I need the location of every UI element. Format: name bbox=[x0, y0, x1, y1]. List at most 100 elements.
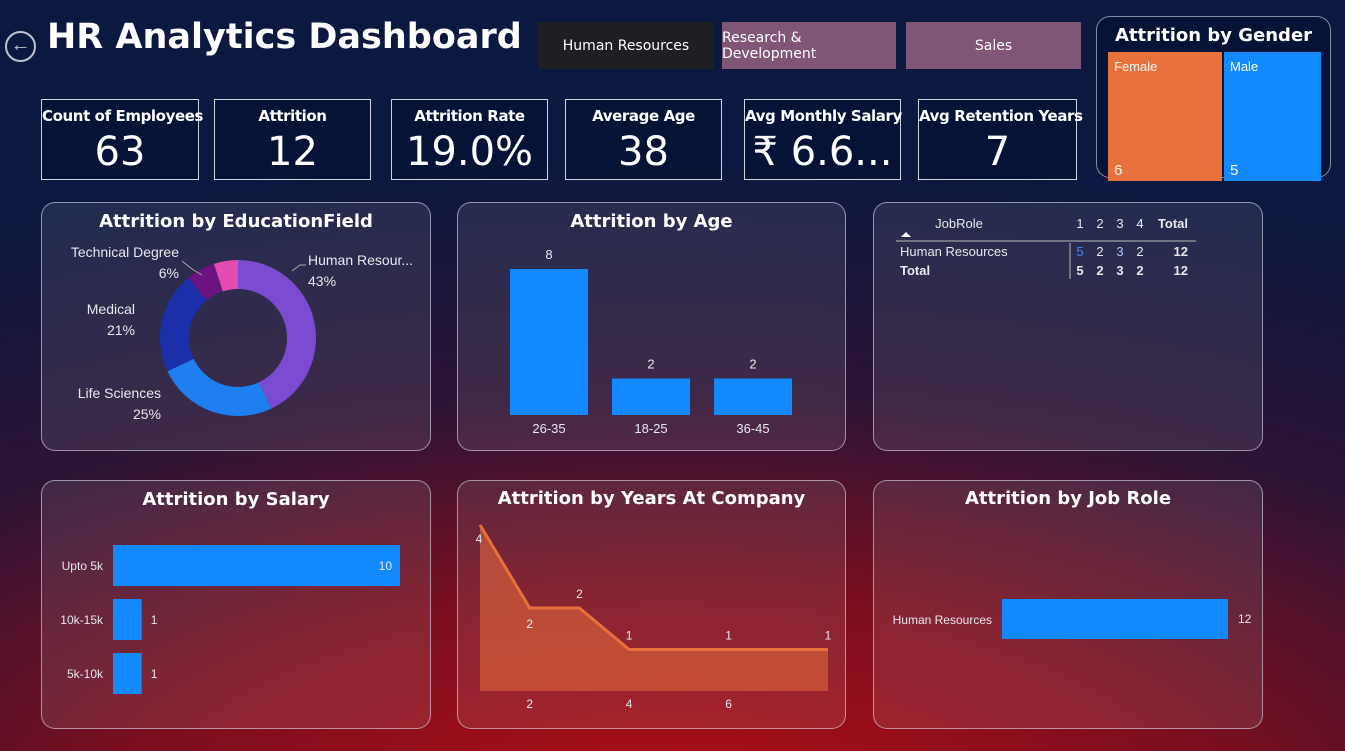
kpi-label: Count of Employees bbox=[42, 107, 204, 125]
treemap-value: 5 bbox=[1230, 162, 1239, 179]
salary-panel: Attrition by Salary Upto 5k 10 10k-15k 1 5k-… bbox=[41, 480, 431, 729]
matrix-column-header[interactable]: 3 bbox=[1116, 216, 1123, 231]
tab-label: Human Resources bbox=[562, 37, 690, 54]
jobrole-bar[interactable] bbox=[1002, 599, 1228, 639]
salary-category-label: Upto 5k bbox=[62, 559, 104, 573]
matrix-cell: 12 bbox=[1174, 263, 1188, 278]
tab-sales[interactable]: Sales bbox=[906, 22, 1081, 69]
salary-bar[interactable] bbox=[113, 545, 400, 586]
kpi-label: Attrition Rate bbox=[414, 107, 525, 125]
matrix-cell: 12 bbox=[1174, 244, 1188, 259]
salary-bar-value-label: 1 bbox=[151, 667, 158, 681]
jobrole-matrix-panel: JobRole 1 2 3 4 Total Human Resources 5 2 3 2 12 Tot… bbox=[873, 202, 1263, 451]
donut-value-label: 6% bbox=[159, 265, 179, 281]
donut-value-label: 43% bbox=[308, 273, 336, 289]
donut-category-label: Human Resour... bbox=[308, 252, 413, 268]
matrix-cell: 3 bbox=[1116, 263, 1123, 278]
tab-human-resources[interactable]: Human Resources bbox=[538, 22, 714, 69]
treemap-label: Male bbox=[1230, 59, 1259, 74]
jobrole-panel: Attrition by Job Role Human Resources 12 bbox=[873, 480, 1263, 729]
chart-title: Attrition by Gender bbox=[1114, 25, 1313, 46]
jobrole-category-label: Human Resources bbox=[893, 613, 992, 627]
age-tick-label: 18-25 bbox=[634, 421, 667, 436]
years-point-label: 4 bbox=[476, 532, 483, 546]
matrix-cell: 2 bbox=[1096, 244, 1103, 259]
matrix-cell: 5 bbox=[1076, 263, 1083, 278]
age-bar-chart: 8 26-35 2 18-25 2 36-45 bbox=[510, 247, 792, 436]
age-bar-value-label: 2 bbox=[647, 357, 654, 372]
jobrole-bar-value-label: 12 bbox=[1238, 612, 1252, 626]
years-point-label: 1 bbox=[626, 629, 633, 643]
kpi-value: 12 bbox=[267, 129, 318, 175]
treemap-tile-male[interactable]: Male 5 bbox=[1224, 52, 1321, 181]
years-tick-label: 6 bbox=[725, 697, 732, 711]
salary-category-label: 10k-15k bbox=[60, 613, 104, 627]
matrix-cell: 5 bbox=[1076, 244, 1083, 259]
matrix-column-header[interactable]: 1 bbox=[1076, 216, 1083, 231]
tab-label: Research & Development bbox=[722, 29, 817, 62]
salary-bar[interactable] bbox=[113, 653, 142, 694]
age-tick-label: 26-35 bbox=[532, 421, 565, 436]
matrix-cell: 2 bbox=[1096, 263, 1103, 278]
matrix-row-header: Human Resources bbox=[900, 244, 1008, 259]
treemap-value: 6 bbox=[1114, 162, 1123, 179]
age-bar[interactable] bbox=[510, 269, 588, 415]
matrix-column-header[interactable]: Total bbox=[1158, 216, 1188, 231]
kpi-avg-retention-years: Avg Retention Years 7 bbox=[918, 99, 1083, 180]
kpi-value: 63 bbox=[94, 129, 146, 175]
kpi-label: Avg Monthly Salary bbox=[745, 107, 902, 125]
salary-bar-value-label: 10 bbox=[379, 559, 393, 573]
salary-bar-value-label: 1 bbox=[151, 613, 158, 627]
leader-line bbox=[291, 264, 306, 272]
donut-value-label: 21% bbox=[107, 322, 135, 338]
salary-category-label: 5k-10k bbox=[67, 667, 104, 681]
years-point-label: 1 bbox=[825, 629, 832, 643]
back-arrow-icon[interactable]: ← bbox=[5, 31, 36, 62]
years-area-chart: 4 2 2 1 1 1 2 4 6 bbox=[476, 524, 832, 711]
donut-value-label: 25% bbox=[133, 406, 161, 422]
matrix-cell: 2 bbox=[1136, 244, 1143, 259]
donut-category-label: Life Sciences bbox=[78, 385, 161, 401]
sort-ascending-icon[interactable] bbox=[901, 232, 911, 237]
kpi-value: 38 bbox=[618, 129, 669, 175]
kpi-attrition-rate: Attrition Rate 19.0% bbox=[391, 99, 548, 180]
matrix-row-header: Total bbox=[900, 263, 930, 278]
kpi-label: Avg Retention Years bbox=[919, 107, 1083, 125]
salary-bar[interactable] bbox=[113, 599, 142, 640]
donut-slice[interactable] bbox=[167, 358, 272, 416]
kpi-label: Attrition bbox=[258, 107, 327, 125]
kpi-average-age: Average Age 38 bbox=[565, 99, 722, 180]
salary-bar-chart: Upto 5k 10 10k-15k 1 5k-10k 1 bbox=[60, 545, 400, 694]
matrix-column-header[interactable]: 2 bbox=[1096, 216, 1103, 231]
kpi-count-of-employees: Count of Employees 63 bbox=[41, 99, 204, 180]
age-bar[interactable] bbox=[612, 378, 690, 416]
treemap-label: Female bbox=[1114, 59, 1158, 74]
kpi-value: 7 bbox=[984, 129, 1011, 175]
donut-slice[interactable] bbox=[160, 277, 207, 372]
jobrole-matrix-table: JobRole 1 2 3 4 TotalHuman Resources 5 2 3 2 12Tot… bbox=[896, 216, 1196, 279]
years-point-label: 1 bbox=[725, 629, 732, 643]
age-panel: Attrition by Age 8 26-35 2 18-25 2 36-45 bbox=[457, 202, 846, 451]
donut-category-label: Technical Degree bbox=[71, 244, 179, 260]
kpi-value: ₹ 6.6... bbox=[752, 129, 893, 175]
tab-research-development[interactable]: Research & Development bbox=[722, 22, 896, 69]
kpi-attrition: Attrition 12 bbox=[214, 99, 371, 180]
education-donut-chart: Human Resour... 43% Life Sciences 25% Medica… bbox=[71, 244, 413, 422]
education-panel: Attrition by EducationField Human Resour… bbox=[41, 202, 431, 451]
years-point-label: 2 bbox=[576, 587, 583, 601]
years-point-label: 2 bbox=[526, 617, 533, 631]
kpi-avg-monthly-salary: Avg Monthly Salary ₹ 6.6... bbox=[744, 99, 902, 180]
years-tick-label: 2 bbox=[526, 697, 533, 711]
gender-panel: Attrition by Gender Female 6 Male 5 bbox=[1096, 16, 1331, 181]
matrix-cell: 3 bbox=[1116, 244, 1123, 259]
matrix-column-header[interactable]: JobRole bbox=[935, 216, 983, 231]
age-tick-label: 36-45 bbox=[736, 421, 769, 436]
age-bar-value-label: 8 bbox=[545, 247, 552, 262]
treemap-tile-female[interactable]: Female 6 bbox=[1108, 52, 1222, 181]
kpi-label: Average Age bbox=[592, 107, 695, 125]
kpi-value: 19.0% bbox=[405, 129, 534, 175]
age-bar[interactable] bbox=[714, 378, 792, 416]
years-panel: Attrition by Years At Company 422111246 bbox=[457, 480, 846, 729]
matrix-column-header[interactable]: 4 bbox=[1136, 216, 1143, 231]
matrix-cell: 2 bbox=[1136, 263, 1143, 278]
